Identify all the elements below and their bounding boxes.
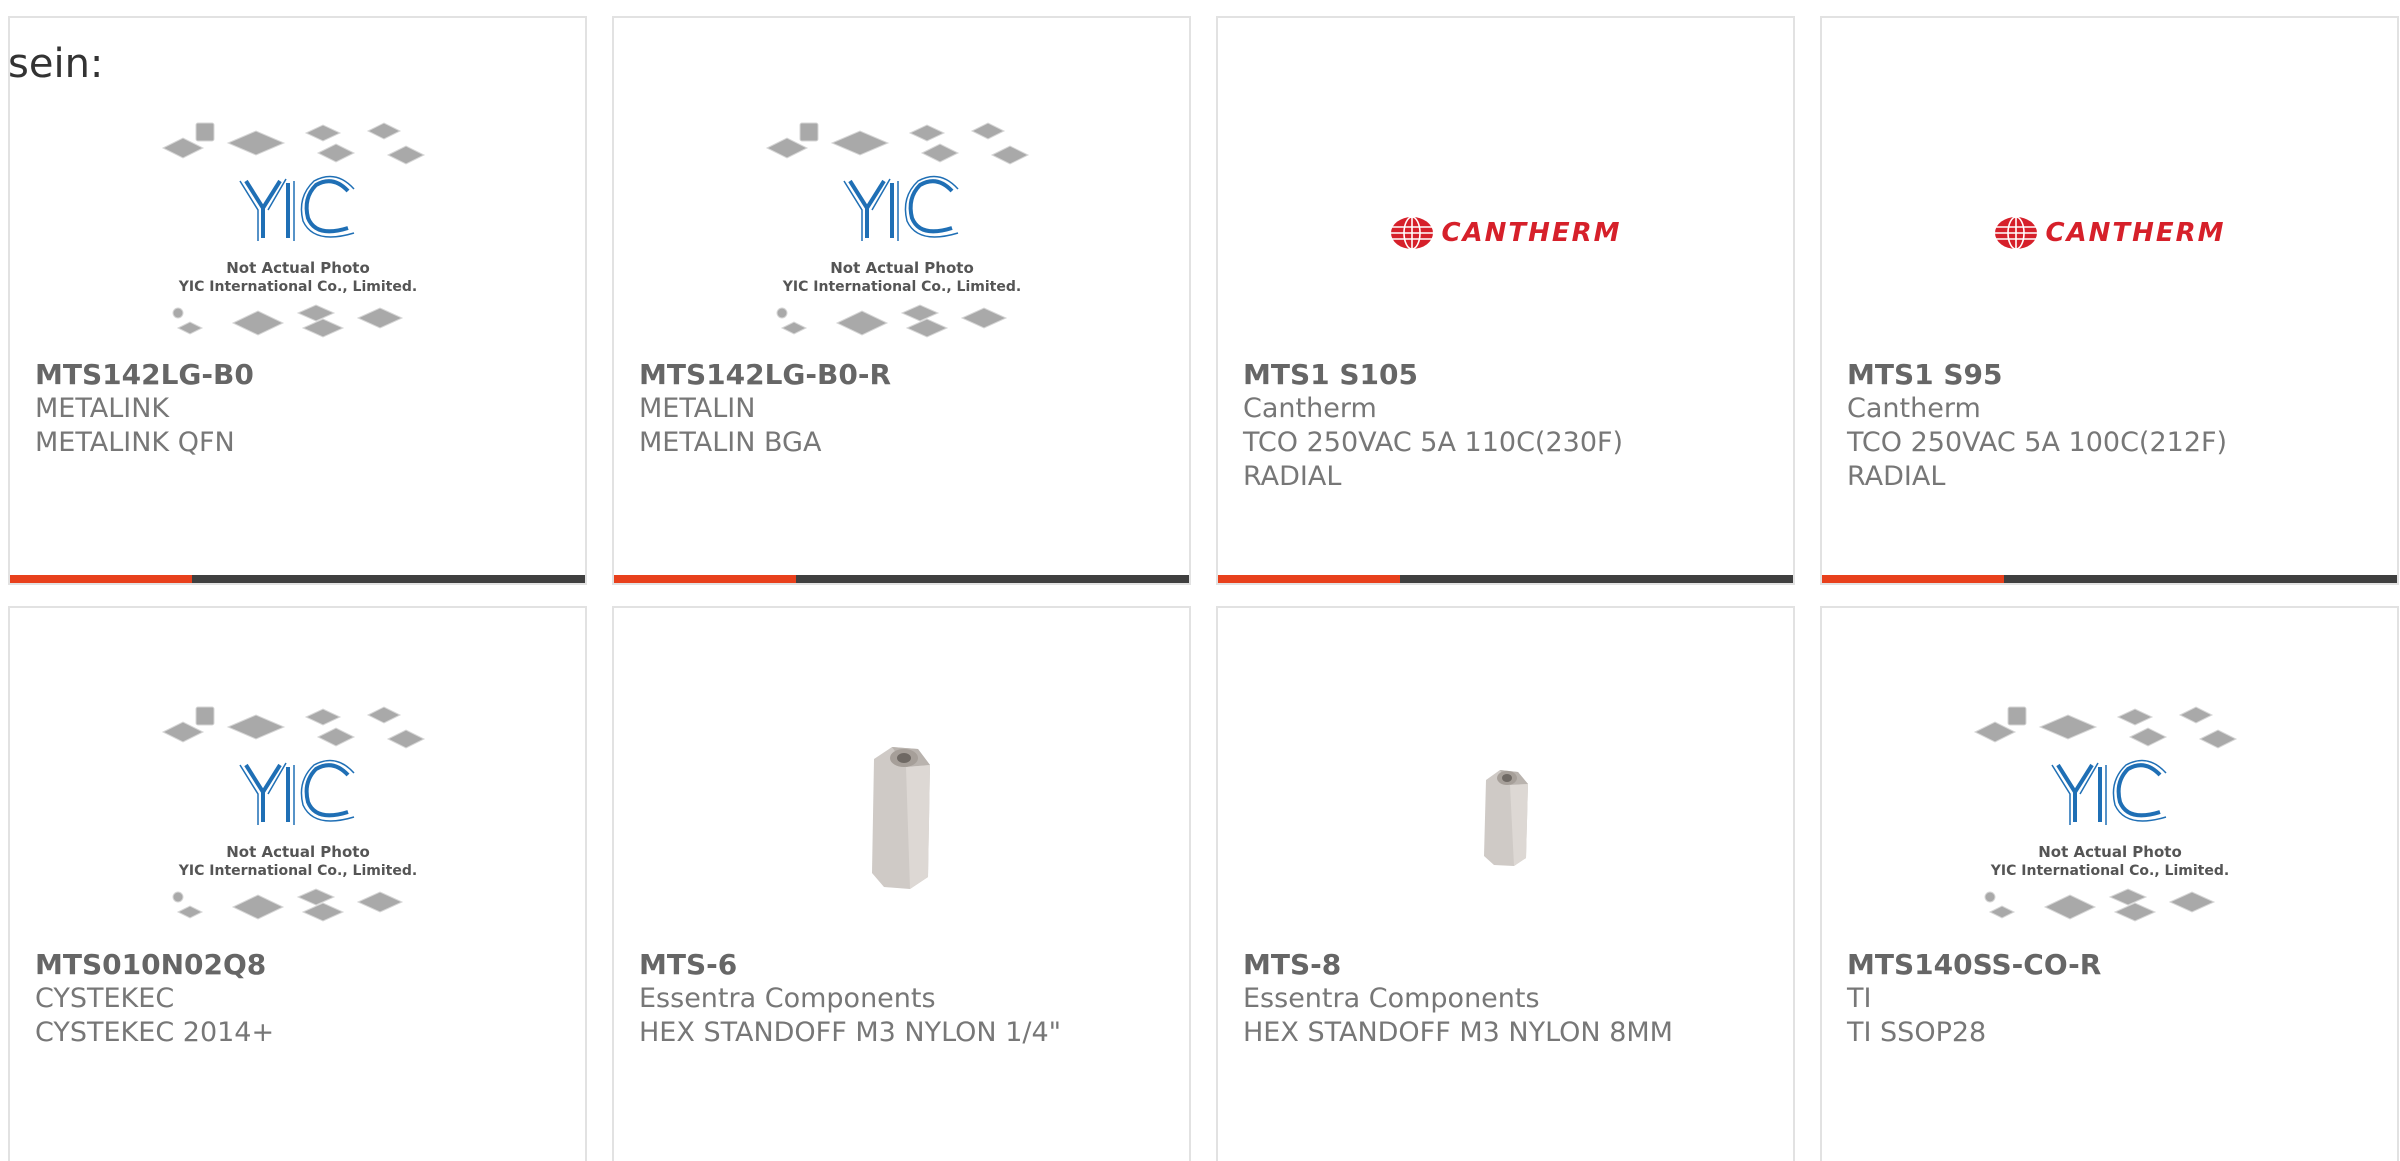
manufacturer: Cantherm	[1847, 393, 1981, 424]
product-listing-page: sein: Not Actual Photo YIC International…	[0, 0, 2400, 1161]
cantherm-logo-icon: CANTHERM	[1389, 215, 1621, 251]
part-number[interactable]: MTS140SS-CO-R	[1847, 948, 2377, 982]
product-info: MTS010N02Q8 CYSTEKEC CYSTEKEC 2014+	[35, 948, 565, 1050]
card-bottom-bar	[1218, 575, 1793, 583]
cantherm-logo-icon: CANTHERM	[1993, 215, 2225, 251]
description-line: CYSTEKEC 2014+	[35, 1017, 275, 1048]
yic-company-name: YIC International Co., Limited.	[1989, 863, 2228, 879]
product-info: MTS-8 Essentra Components HEX STANDOFF M…	[1243, 948, 1773, 1050]
product-card[interactable]: MTS-6 Essentra Components HEX STANDOFF M…	[612, 606, 1191, 1161]
description-line: RADIAL	[1847, 461, 1946, 492]
description-line: METALINK QFN	[35, 427, 235, 458]
intro-text: sein:	[8, 41, 104, 87]
description-line: HEX STANDOFF M3 NYLON 1/4"	[639, 1017, 1062, 1048]
description-line: TCO 250VAC 5A 100C(212F)	[1847, 427, 2228, 458]
product-info: MTS1 S95 Cantherm TCO 250VAC 5A 100C(212…	[1847, 358, 2377, 494]
product-image: Not Actual Photo YIC International Co., …	[1822, 682, 2397, 952]
description-line: TI SSOP28	[1847, 1017, 1987, 1048]
product-card[interactable]: Not Actual Photo YIC International Co., …	[8, 606, 587, 1161]
product-info: MTS142LG-B0 METALINK METALINK QFN	[35, 358, 565, 460]
product-image: Not Actual Photo YIC International Co., …	[10, 98, 585, 368]
yic-placeholder-icon: Not Actual Photo YIC International Co., …	[161, 122, 425, 338]
manufacturer: Essentra Components	[639, 983, 936, 1014]
part-number[interactable]: MTS142LG-B0	[35, 358, 565, 392]
product-card[interactable]: Not Actual Photo YIC International Co., …	[612, 16, 1191, 585]
manufacturer: METALINK	[35, 393, 170, 424]
product-image	[614, 682, 1189, 952]
yic-placeholder-icon: Not Actual Photo YIC International Co., …	[161, 706, 425, 922]
cantherm-wordmark: CANTHERM	[1441, 218, 1622, 248]
product-card[interactable]: Not Actual Photo YIC International Co., …	[8, 16, 587, 585]
product-image: Not Actual Photo YIC International Co., …	[614, 98, 1189, 368]
part-number[interactable]: MTS010N02Q8	[35, 948, 565, 982]
yic-not-actual-photo: Not Actual Photo	[226, 259, 370, 277]
manufacturer: METALIN	[639, 393, 756, 424]
product-info: MTS140SS-CO-R TI TI SSOP28	[1847, 948, 2377, 1050]
part-number[interactable]: MTS-8	[1243, 948, 1773, 982]
description-line: TCO 250VAC 5A 110C(230F)	[1243, 427, 1624, 458]
product-image: Not Actual Photo YIC International Co., …	[10, 682, 585, 952]
yic-company-name: YIC International Co., Limited.	[177, 279, 416, 295]
product-info: MTS-6 Essentra Components HEX STANDOFF M…	[639, 948, 1169, 1050]
yic-company-name: YIC International Co., Limited.	[177, 863, 416, 879]
card-bottom-bar	[614, 575, 1189, 583]
yic-not-actual-photo: Not Actual Photo	[830, 259, 974, 277]
card-accent-bar	[10, 575, 192, 583]
product-image: CANTHERM	[1822, 98, 2397, 368]
card-accent-bar	[614, 575, 796, 583]
product-card[interactable]: Not Actual Photo YIC International Co., …	[1820, 606, 2399, 1161]
product-image: CANTHERM	[1218, 98, 1793, 368]
description-line: METALIN BGA	[639, 427, 822, 458]
product-info: MTS1 S105 Cantherm TCO 250VAC 5A 110C(23…	[1243, 358, 1773, 494]
card-bottom-bar	[10, 575, 585, 583]
manufacturer: Cantherm	[1243, 393, 1377, 424]
yic-not-actual-photo: Not Actual Photo	[226, 843, 370, 861]
manufacturer: TI	[1847, 983, 1872, 1014]
globe-icon	[1995, 216, 2038, 250]
card-accent-bar	[1218, 575, 1400, 583]
part-number[interactable]: MTS142LG-B0-R	[639, 358, 1169, 392]
hex-standoff-icon	[871, 747, 930, 889]
part-number[interactable]: MTS1 S95	[1847, 358, 2377, 392]
product-card[interactable]: MTS-8 Essentra Components HEX STANDOFF M…	[1216, 606, 1795, 1161]
part-number[interactable]: MTS1 S105	[1243, 358, 1773, 392]
manufacturer: CYSTEKEC	[35, 983, 175, 1014]
product-card[interactable]: CANTHERM MTS1 S95 Cantherm TCO 250VAC 5A…	[1820, 16, 2399, 585]
part-number[interactable]: MTS-6	[639, 948, 1169, 982]
description-line: HEX STANDOFF M3 NYLON 8MM	[1243, 1017, 1673, 1048]
yic-company-name: YIC International Co., Limited.	[781, 279, 1020, 295]
cantherm-wordmark: CANTHERM	[2045, 218, 2226, 248]
product-info: MTS142LG-B0-R METALIN METALIN BGA	[639, 358, 1169, 460]
card-bottom-bar	[1822, 575, 2397, 583]
product-grid: Not Actual Photo YIC International Co., …	[8, 16, 2399, 1161]
yic-not-actual-photo: Not Actual Photo	[2038, 843, 2182, 861]
manufacturer: Essentra Components	[1243, 983, 1540, 1014]
description-line: RADIAL	[1243, 461, 1342, 492]
yic-placeholder-icon: Not Actual Photo YIC International Co., …	[765, 122, 1029, 338]
product-card[interactable]: CANTHERM MTS1 S105 Cantherm TCO 250VAC 5…	[1216, 16, 1795, 585]
product-image	[1218, 682, 1793, 952]
hex-standoff-icon	[1483, 770, 1528, 866]
globe-icon	[1391, 216, 1434, 250]
card-accent-bar	[1822, 575, 2004, 583]
yic-placeholder-icon: Not Actual Photo YIC International Co., …	[1973, 706, 2237, 922]
